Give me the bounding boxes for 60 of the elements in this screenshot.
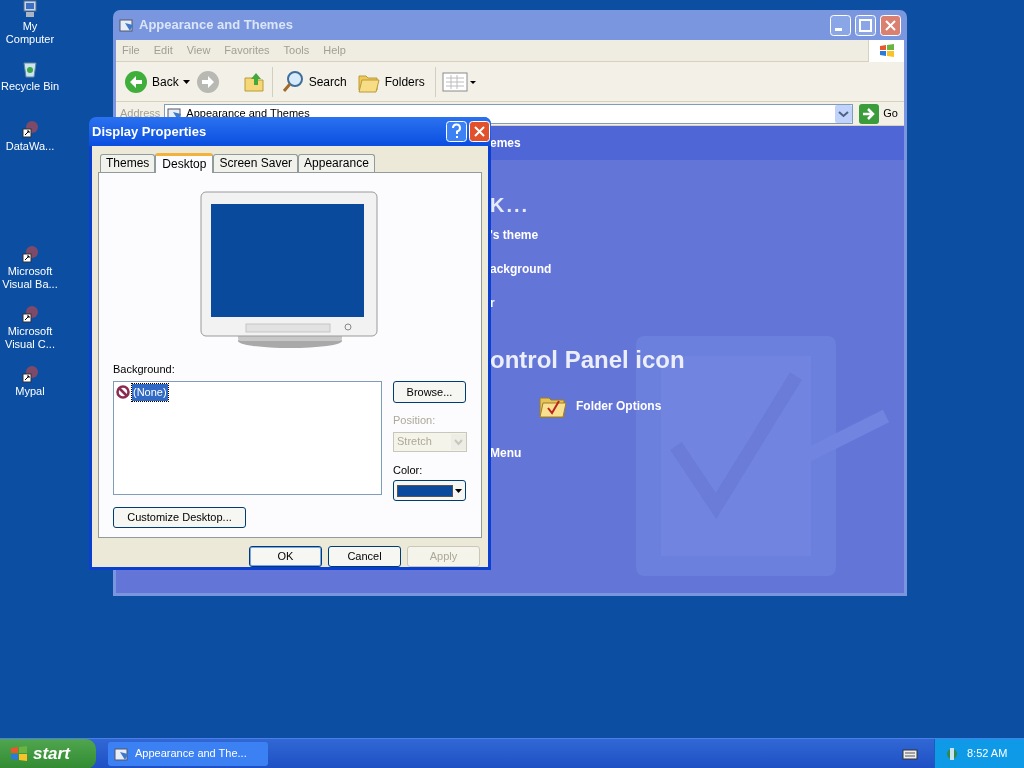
desktop-icon-label[interactable]: My Computer (0, 20, 60, 46)
caret-icon (182, 79, 190, 84)
help-button[interactable] (446, 120, 467, 142)
task-link[interactable]: ackground (490, 260, 904, 278)
back-button[interactable]: Back (122, 69, 192, 94)
flag-logo-icon (10, 745, 28, 762)
dialog-title: Display Properties (92, 122, 208, 141)
browse-button[interactable]: Browse... (393, 381, 466, 403)
folder-window-icon (119, 17, 135, 33)
maximize-button[interactable] (855, 14, 876, 36)
list-item[interactable]: (None) (132, 384, 168, 401)
desktop-icon-label[interactable]: Microsoft Visual C... (0, 325, 60, 351)
close-button[interactable] (880, 14, 901, 36)
tab[interactable]: Desktop (155, 152, 214, 173)
caret-icon (455, 488, 462, 493)
color-picker[interactable] (393, 480, 466, 501)
field-label: Background: (113, 361, 176, 377)
section-heading: K... (490, 193, 531, 216)
views-icon[interactable] (441, 70, 476, 93)
folder-window-icon (114, 745, 130, 762)
desktop-icon-label[interactable]: Microsoft Visual Ba... (0, 265, 60, 291)
field-label: Position: (393, 413, 437, 428)
network-icon[interactable] (945, 745, 959, 762)
background-list[interactable]: (None) (113, 381, 382, 495)
window-title: Appearance and Themes (139, 16, 294, 35)
shortcut-icon (21, 120, 39, 138)
folders-button[interactable]: Folders (352, 70, 429, 93)
taskbar-button[interactable]: Appearance and The... (108, 741, 268, 766)
no-entry-icon (116, 385, 130, 400)
go-button[interactable]: Go (857, 103, 900, 124)
shortcut-icon (21, 305, 39, 323)
tab[interactable]: Appearance (298, 153, 375, 172)
task-link[interactable]: Menu (490, 444, 904, 462)
control-panel-icon-link[interactable]: Folder Options (538, 392, 904, 420)
shortcut-icon (21, 245, 39, 263)
dialog-button[interactable]: OK (249, 546, 322, 567)
tab[interactable]: Themes (100, 153, 156, 172)
tab[interactable]: Screen Saver (213, 153, 299, 172)
dialog-button[interactable]: Cancel (328, 546, 401, 567)
flag-logo-icon (878, 43, 895, 58)
task-link[interactable]: 's theme (490, 226, 904, 244)
minimize-button[interactable] (830, 14, 851, 36)
search-button[interactable]: Search (278, 69, 349, 94)
pane-title: emes (490, 135, 521, 152)
magnifier-icon (280, 69, 305, 94)
clock: 8:52 AM (967, 746, 1008, 762)
recycle-bin-icon (21, 60, 39, 78)
desktop-icon-label[interactable]: Recycle Bin (0, 80, 60, 93)
desktop-icon-label[interactable]: DataWa... (0, 140, 60, 153)
start-button[interactable]: start (0, 738, 96, 768)
close-button[interactable] (469, 120, 490, 142)
section-heading: ontrol Panel icon (490, 346, 686, 374)
keyboard-icon[interactable] (902, 747, 918, 760)
customize-desktop-button[interactable]: Customize Desktop... (113, 507, 246, 528)
shortcut-icon (21, 365, 39, 383)
desktop-icon-label[interactable]: Mypal (0, 385, 60, 398)
task-link[interactable]: r (490, 294, 904, 312)
address-label: Address (120, 106, 161, 122)
field-label: Color: (393, 462, 424, 478)
computer-icon (21, 0, 39, 18)
